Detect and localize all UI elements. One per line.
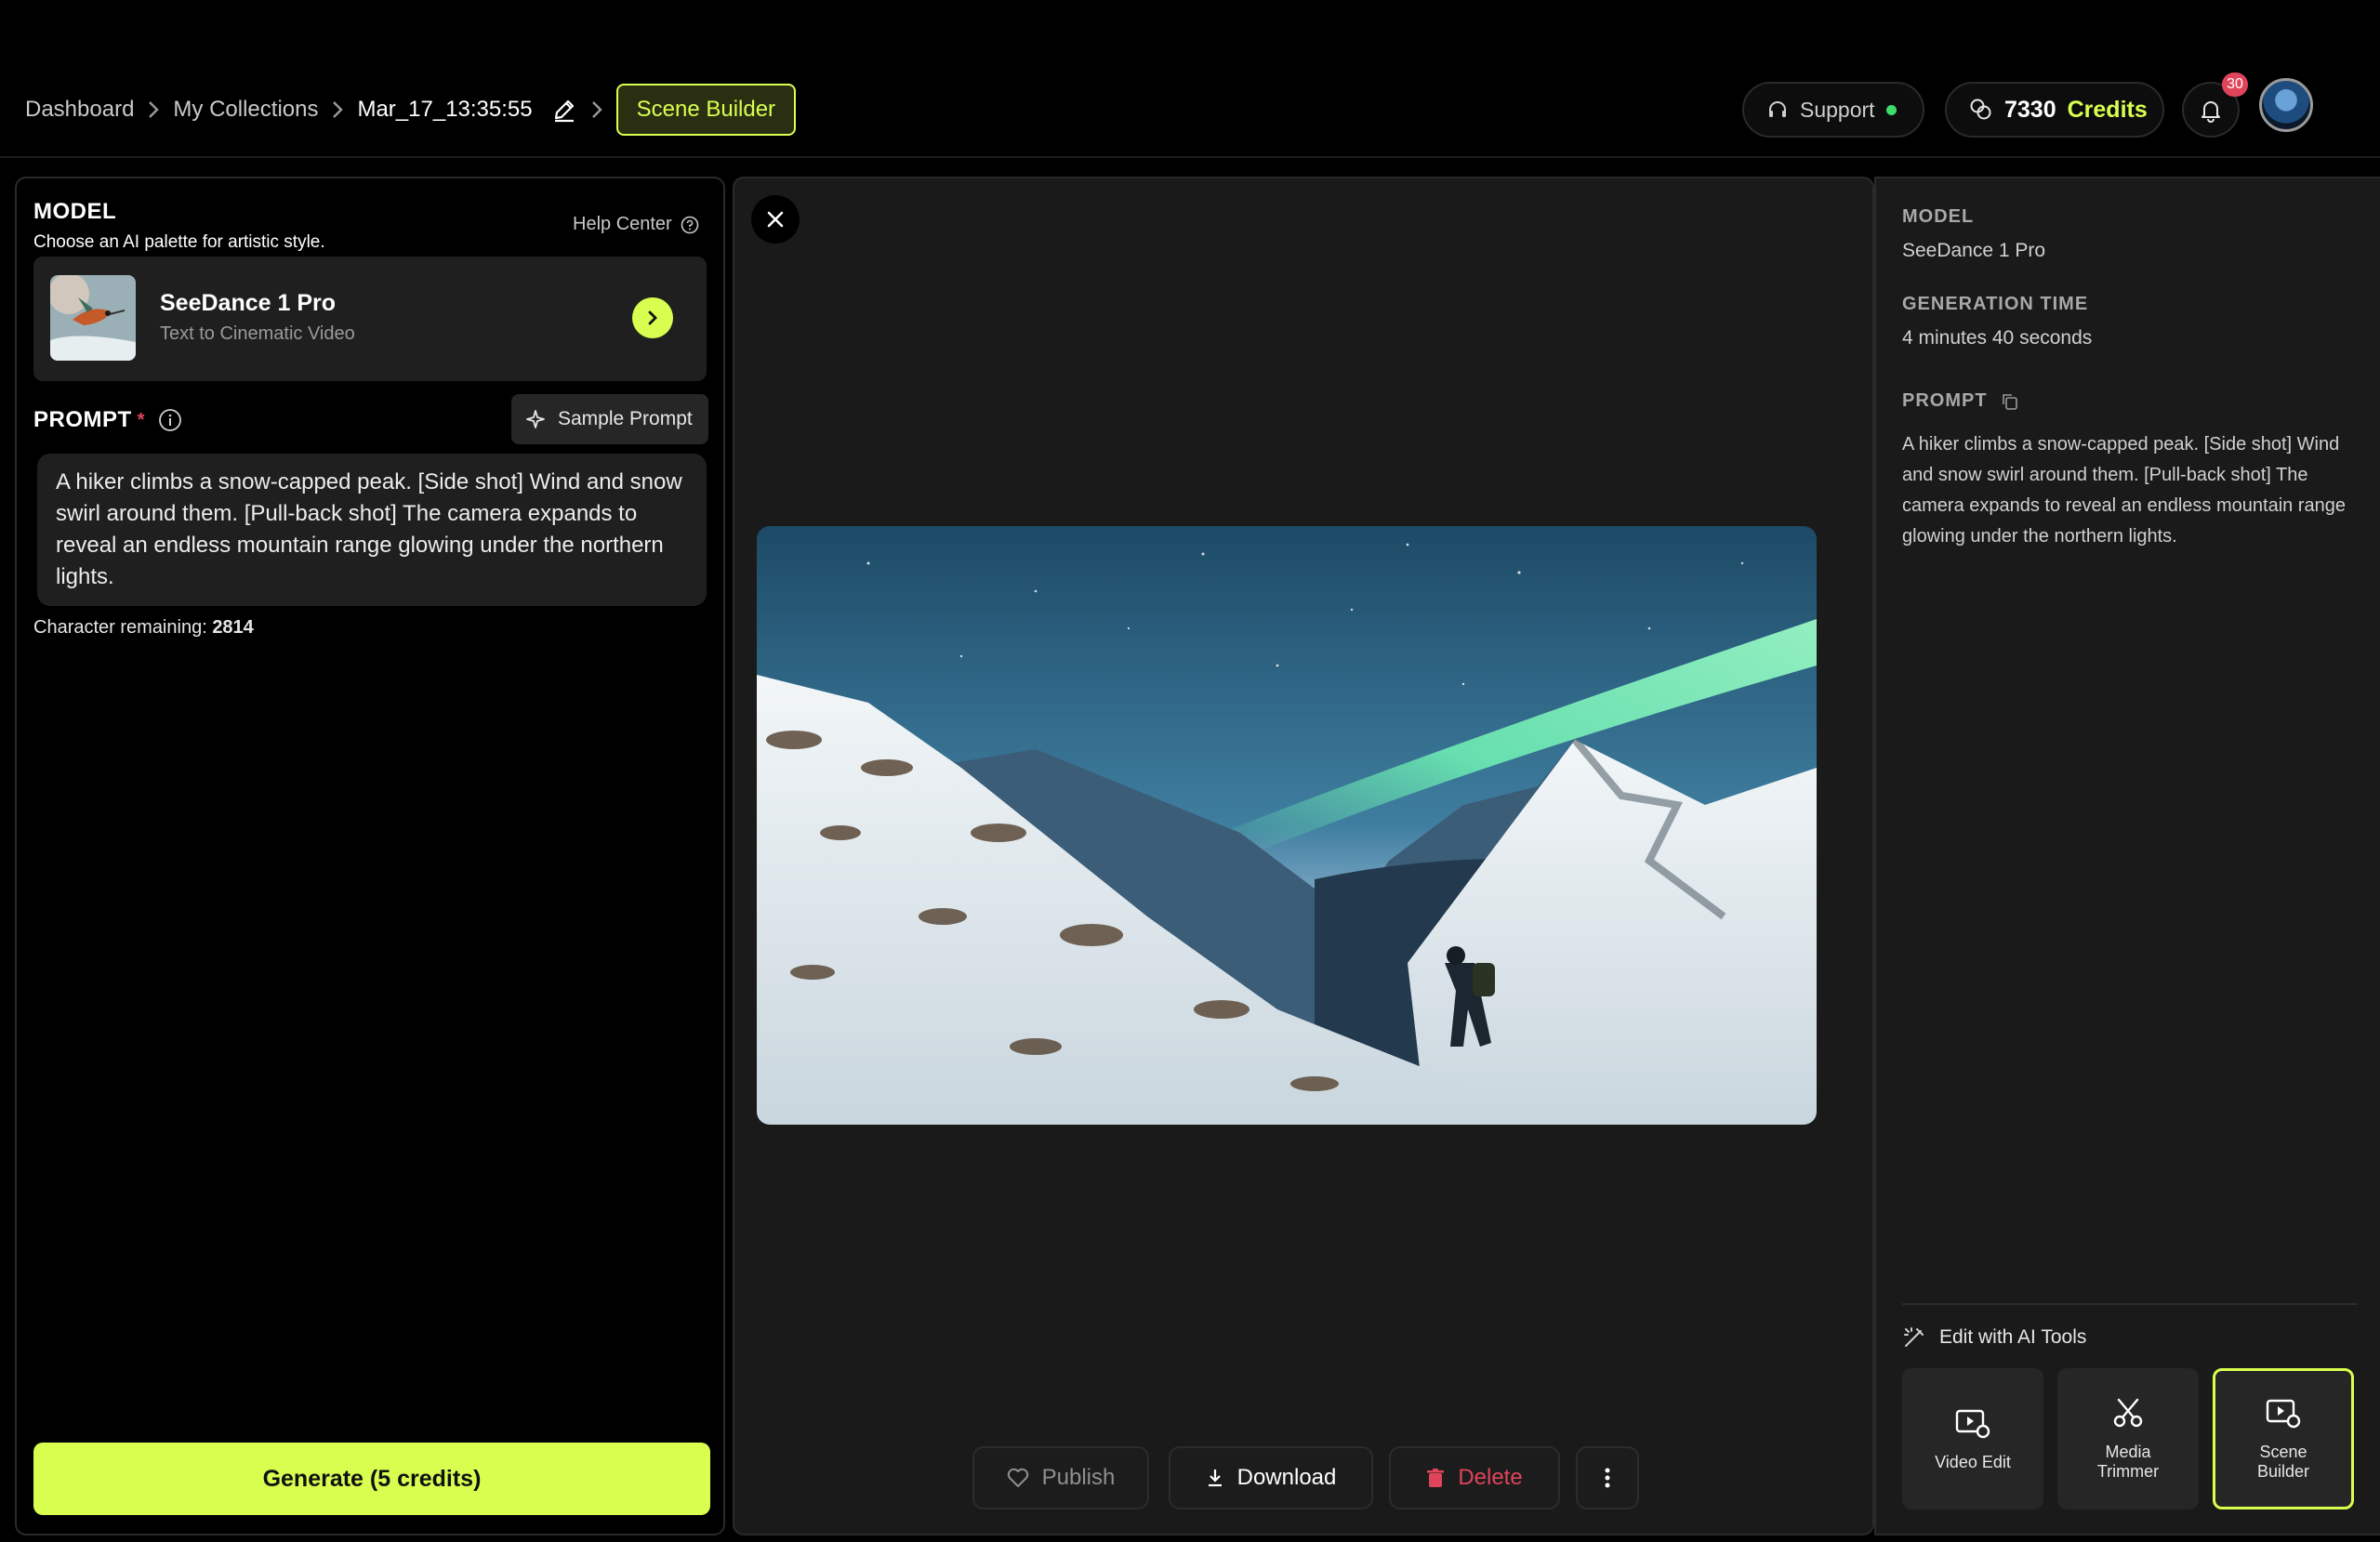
- scissors-icon: [2111, 1396, 2145, 1430]
- heart-icon: [1007, 1468, 1029, 1488]
- breadcrumb-my-collections[interactable]: My Collections: [173, 97, 318, 123]
- breadcrumb-dashboard[interactable]: Dashboard: [25, 97, 134, 123]
- generate-button[interactable]: Generate (5 credits): [33, 1443, 710, 1515]
- tool-video-edit-label: Video Edit: [1935, 1452, 2011, 1471]
- video-preview-panel: Publish Download Delete: [733, 177, 1874, 1535]
- support-button[interactable]: Support: [1742, 82, 1924, 138]
- character-remaining: Character remaining: 2814: [33, 617, 254, 639]
- model-section-title: MODEL: [33, 199, 117, 224]
- credits-label: Credits: [2067, 96, 2148, 123]
- breadcrumb: Dashboard My Collections Mar_17_13:35:55…: [25, 82, 797, 138]
- trash-icon: [1426, 1468, 1445, 1488]
- sparkle-icon: [524, 408, 547, 430]
- tool-media-trimmer[interactable]: Media Trimmer: [2057, 1368, 2199, 1509]
- prompt-label: PROMPT: [33, 407, 132, 432]
- generation-details-panel: MODEL SeeDance 1 Pro GENERATION TIME 4 m…: [1874, 177, 2380, 1535]
- coins-icon: [1969, 98, 1993, 122]
- sample-prompt-button[interactable]: Sample Prompt: [511, 394, 708, 444]
- question-circle-icon: [680, 215, 700, 235]
- tool-scene-builder[interactable]: Scene Builder: [2213, 1368, 2354, 1509]
- chevron-right-icon: [331, 99, 344, 120]
- model-description: Text to Cinematic Video: [160, 323, 355, 344]
- delete-button[interactable]: Delete: [1389, 1446, 1560, 1509]
- chevron-right-icon: [590, 99, 603, 120]
- more-options-button[interactable]: [1576, 1446, 1639, 1509]
- prompt-label-row: PROMPT *: [33, 407, 182, 433]
- download-button[interactable]: Download: [1169, 1446, 1373, 1509]
- model-subtitle: Choose an AI palette for artistic style.: [33, 232, 325, 252]
- ai-tools-header: Edit with AI Tools: [1902, 1325, 2086, 1350]
- details-generation-time-value: 4 minutes 40 seconds: [1902, 327, 2093, 349]
- details-prompt-label: PROMPT: [1902, 390, 1988, 411]
- generation-settings-panel: MODEL Choose an AI palette for artistic …: [15, 177, 725, 1535]
- notification-count-badge: 30: [2222, 72, 2248, 97]
- video-settings-icon: [1954, 1406, 1991, 1440]
- model-thumbnail: [50, 275, 136, 361]
- character-remaining-count: 2814: [212, 617, 254, 638]
- model-select-button[interactable]: [632, 297, 673, 338]
- required-asterisk: *: [137, 409, 145, 430]
- sample-prompt-label: Sample Prompt: [558, 408, 693, 429]
- details-model-value: SeeDance 1 Pro: [1902, 240, 2046, 261]
- prompt-textarea[interactable]: A hiker climbs a snow-capped peak. [Side…: [37, 454, 707, 606]
- copy-icon[interactable]: [2001, 392, 2019, 411]
- publish-label: Publish: [1041, 1465, 1116, 1490]
- credits-button[interactable]: 7330 Credits: [1945, 82, 2164, 138]
- publish-button[interactable]: Publish: [972, 1446, 1149, 1509]
- character-remaining-label: Character remaining:: [33, 617, 207, 638]
- bell-icon: [2198, 97, 2224, 123]
- edit-pencil-icon[interactable]: [551, 97, 577, 123]
- video-settings-icon: [2265, 1396, 2302, 1430]
- tool-video-edit[interactable]: Video Edit: [1902, 1368, 2043, 1509]
- download-label: Download: [1236, 1465, 1337, 1490]
- divider: [1902, 1303, 2358, 1305]
- tool-scene-builder-label: Scene Builder: [2256, 1443, 2310, 1481]
- generated-video-preview[interactable]: [757, 526, 1817, 1125]
- ai-tools-label: Edit with AI Tools: [1939, 1326, 2087, 1348]
- model-selector-card[interactable]: SeeDance 1 Pro Text to Cinematic Video: [33, 257, 707, 381]
- magic-tools-icon: [1902, 1325, 1926, 1350]
- details-model-label: MODEL: [1902, 206, 1975, 227]
- breadcrumb-current: Mar_17_13:35:55: [357, 97, 533, 122]
- headset-icon: [1766, 99, 1789, 121]
- scene-builder-badge[interactable]: Scene Builder: [615, 84, 797, 136]
- delete-label: Delete: [1458, 1465, 1523, 1490]
- model-name: SeeDance 1 Pro: [160, 290, 336, 316]
- chevron-right-icon: [643, 309, 662, 327]
- info-icon[interactable]: [158, 408, 182, 432]
- details-generation-time-label: GENERATION TIME: [1902, 294, 2089, 314]
- more-vertical-icon: [1604, 1467, 1611, 1489]
- help-center-link[interactable]: Help Center: [573, 214, 700, 235]
- chevron-right-icon: [147, 99, 160, 120]
- status-online-dot: [1885, 104, 1897, 115]
- tool-media-trimmer-label: Media Trimmer: [2096, 1443, 2160, 1481]
- close-button[interactable]: [751, 195, 800, 244]
- download-icon: [1206, 1468, 1224, 1488]
- details-prompt-text: A hiker climbs a snow-capped peak. [Side…: [1902, 434, 2346, 547]
- help-center-label: Help Center: [573, 214, 672, 234]
- credits-count: 7330: [2004, 96, 2056, 123]
- details-prompt-label-row: PROMPT: [1902, 390, 2019, 412]
- support-label: Support: [1800, 97, 1875, 122]
- close-icon: [765, 209, 786, 230]
- user-avatar[interactable]: [2259, 78, 2313, 132]
